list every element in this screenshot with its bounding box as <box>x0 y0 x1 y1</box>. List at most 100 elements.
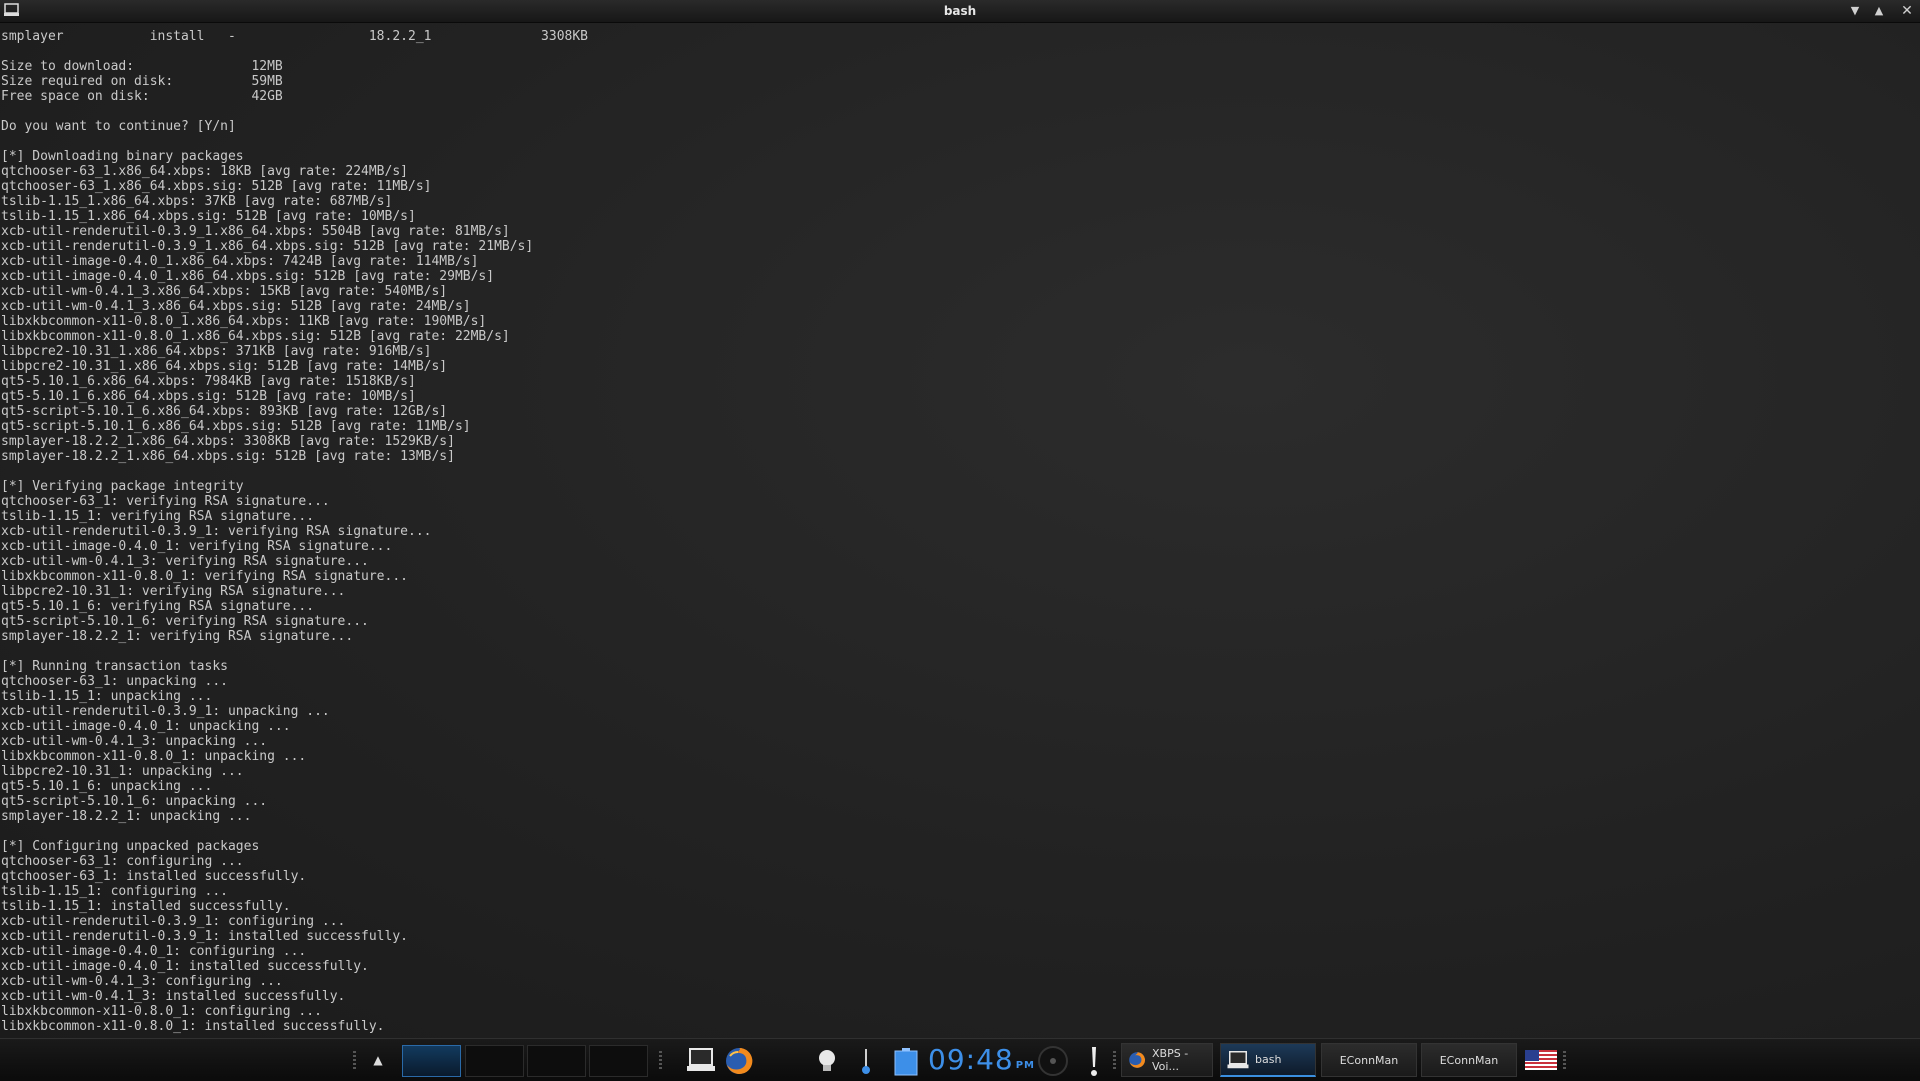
terminal-line: qtchooser-63_1.x86_64.xbps.sig: 512B [av… <box>1 179 432 194</box>
terminal-line: libxkbcommon-x11-0.8.0_1: configuring ..… <box>1 1004 322 1019</box>
window-titlebar[interactable]: bash ▼ ▲ ✕ <box>0 0 1920 23</box>
clock-ampm: PM <box>1015 1060 1035 1071</box>
shelf-grip[interactable] <box>1563 1051 1566 1069</box>
terminal-line: qt5-5.10.1_6.x86_64.xbps: 7984KB [avg ra… <box>1 374 416 389</box>
maximize-button[interactable]: ▲ <box>1870 2 1888 20</box>
taskbar-task-econnman-2[interactable]: EConnMan <box>1421 1043 1517 1077</box>
terminal-line: [*] Running transaction tasks <box>1 659 228 674</box>
terminal-line: qtchooser-63_1: unpacking ... <box>1 674 228 689</box>
terminal-line: libpcre2-10.31_1.x86_64.xbps.sig: 512B [… <box>1 359 448 374</box>
taskbar-task-econnman-1[interactable]: EConnMan <box>1321 1043 1417 1077</box>
terminal-line: xcb-util-image-0.4.0_1.x86_64.xbps.sig: … <box>1 269 495 284</box>
terminal-line: xcb-util-wm-0.4.1_3.x86_64.xbps: 15KB [a… <box>1 284 448 299</box>
volume-knob-icon[interactable] <box>1036 1046 1070 1076</box>
terminal-launcher-icon[interactable] <box>687 1048 715 1072</box>
terminal-line: qt5-script-5.10.1_6.x86_64.xbps: 893KB [… <box>1 404 448 419</box>
terminal-line: qt5-script-5.10.1_6: unpacking ... <box>1 794 268 809</box>
terminal-line: xcb-util-wm-0.4.1_3.x86_64.xbps.sig: 512… <box>1 299 471 314</box>
terminal-line: libxkbcommon-x11-0.8.0_1.x86_64.xbps.sig… <box>1 329 510 344</box>
terminal-line: xcb-util-image-0.4.0_1: unpacking ... <box>1 719 291 734</box>
terminal-line: xcb-util-renderutil-0.3.9_1: verifying R… <box>1 524 432 539</box>
terminal-line: libxkbcommon-x11-0.8.0_1.x86_64.xbps: 11… <box>1 314 487 329</box>
terminal-line: libpcre2-10.31_1.x86_64.xbps: 371KB [avg… <box>1 344 432 359</box>
terminal-line: libxkbcommon-x11-0.8.0_1: verifying RSA … <box>1 569 408 584</box>
terminal-line: qtchooser-63_1: verifying RSA signature.… <box>1 494 330 509</box>
window-title: bash <box>943 4 977 18</box>
terminal-line: qt5-script-5.10.1_6: verifying RSA signa… <box>1 614 369 629</box>
terminal-line: qt5-5.10.1_6.x86_64.xbps.sig: 512B [avg … <box>1 389 416 404</box>
terminal-line: xcb-util-renderutil-0.3.9_1: installed s… <box>1 929 408 944</box>
close-icon: ✕ <box>1901 3 1913 19</box>
terminal-line: [*] Configuring unpacked packages <box>1 839 260 854</box>
shelf-grip[interactable] <box>353 1051 356 1069</box>
terminal-line: libxkbcommon-x11-0.8.0_1: unpacking ... <box>1 749 307 764</box>
terminal-line: qt5-script-5.10.1_6.x86_64.xbps.sig: 512… <box>1 419 471 434</box>
terminal-line: Do you want to continue? [Y/n] <box>1 119 236 134</box>
terminal-line: xcb-util-image-0.4.0_1: installed succes… <box>1 959 369 974</box>
terminal-line: tslib-1.15_1: installed successfully. <box>1 899 291 914</box>
terminal-line: qtchooser-63_1: configuring ... <box>1 854 244 869</box>
terminal-line: xcb-util-renderutil-0.3.9_1.x86_64.xbps:… <box>1 224 510 239</box>
clock-time: 09:48 <box>928 1043 1014 1076</box>
terminal-line: smplayer-18.2.2_1: verifying RSA signatu… <box>1 629 354 644</box>
terminal-line: tslib-1.15_1: verifying RSA signature... <box>1 509 315 524</box>
terminal-line: libpcre2-10.31_1: unpacking ... <box>1 764 244 779</box>
thermometer-icon[interactable] <box>860 1047 872 1075</box>
battery-icon[interactable] <box>893 1048 919 1076</box>
taskbar-task-bash[interactable]: bash <box>1220 1043 1316 1077</box>
terminal-view[interactable]: smplayer install - 18.2.2_1 3308KB Size … <box>0 23 1920 1038</box>
start-menu-button[interactable]: ▲ <box>366 1051 390 1069</box>
terminal-line: xcb-util-wm-0.4.1_3: verifying RSA signa… <box>1 554 369 569</box>
taskbar-task-xbps[interactable]: XBPS - Voi... <box>1121 1043 1213 1077</box>
task-label: bash <box>1255 1053 1282 1066</box>
keyboard-layout-flag-icon[interactable] <box>1525 1050 1557 1070</box>
terminal-line: libpcre2-10.31_1: verifying RSA signatur… <box>1 584 346 599</box>
terminal-line: qt5-5.10.1_6: unpacking ... <box>1 779 213 794</box>
lightbulb-icon[interactable] <box>816 1048 838 1074</box>
terminal-line: Size required on disk: 59MB <box>1 74 283 89</box>
terminal-line: [*] Verifying package integrity <box>1 479 244 494</box>
terminal-output: smplayer install - 18.2.2_1 3308KB Size … <box>0 23 1920 1034</box>
desktop-pager-2[interactable] <box>465 1045 524 1077</box>
terminal-line: xcb-util-image-0.4.0_1: verifying RSA si… <box>1 539 393 554</box>
terminal-line: tslib-1.15_1: unpacking ... <box>1 689 213 704</box>
notification-icon[interactable] <box>1087 1045 1101 1077</box>
terminal-line: Free space on disk: 42GB <box>1 89 283 104</box>
terminal-line: smplayer install - 18.2.2_1 3308KB <box>1 29 588 44</box>
task-label: EConnMan <box>1439 1053 1499 1067</box>
terminal-line: xcb-util-wm-0.4.1_3: installed successfu… <box>1 989 346 1004</box>
firefox-icon <box>1129 1052 1146 1068</box>
terminal-line: xcb-util-renderutil-0.3.9_1: configuring… <box>1 914 346 929</box>
terminal-line: xcb-util-renderutil-0.3.9_1.x86_64.xbps.… <box>1 239 534 254</box>
desktop-pager-4[interactable] <box>589 1045 648 1077</box>
terminal-line: smplayer-18.2.2_1.x86_64.xbps: 3308KB [a… <box>1 434 455 449</box>
task-label: EConnMan <box>1339 1053 1399 1067</box>
terminal-line: Size to download: 12MB <box>1 59 283 74</box>
terminal-line: xcb-util-renderutil-0.3.9_1: unpacking .… <box>1 704 330 719</box>
shelf-separator <box>1113 1051 1116 1069</box>
terminal-line: qtchooser-63_1: installed successfully. <box>1 869 307 884</box>
terminal-line: smplayer-18.2.2_1: unpacking ... <box>1 809 252 824</box>
firefox-launcher-icon[interactable] <box>724 1046 754 1076</box>
taskbar: ▲ 09:48 PM XBPS - Voi... bash EConnMan E… <box>0 1038 1920 1081</box>
desktop-pager-1[interactable] <box>402 1045 461 1077</box>
terminal-line: smplayer-18.2.2_1.x86_64.xbps.sig: 512B … <box>1 449 455 464</box>
terminal-line: tslib-1.15_1.x86_64.xbps: 37KB [avg rate… <box>1 194 393 209</box>
chevron-up-icon: ▲ <box>373 1053 383 1067</box>
terminal-line: xcb-util-wm-0.4.1_3: configuring ... <box>1 974 283 989</box>
close-button[interactable]: ✕ <box>1898 2 1916 20</box>
terminal-line: xcb-util-wm-0.4.1_3: unpacking ... <box>1 734 268 749</box>
terminal-line: libxkbcommon-x11-0.8.0_1: installed succ… <box>1 1019 385 1034</box>
chevron-down-icon: ▼ <box>1850 4 1860 17</box>
chevron-up-icon: ▲ <box>1874 4 1884 17</box>
minimize-button[interactable]: ▼ <box>1846 2 1864 20</box>
desktop-pager-3[interactable] <box>527 1045 586 1077</box>
shelf-separator <box>659 1051 662 1069</box>
clock[interactable]: 09:48 PM <box>928 1043 1034 1077</box>
